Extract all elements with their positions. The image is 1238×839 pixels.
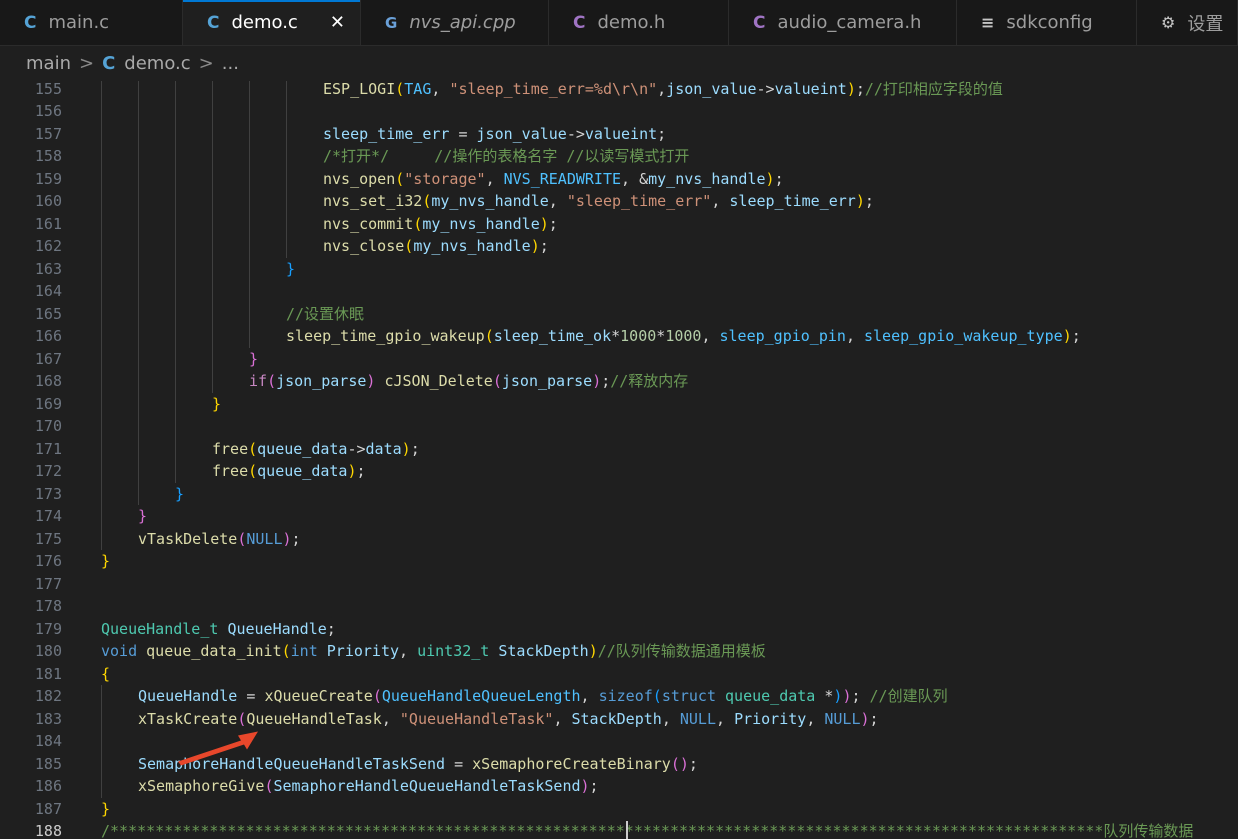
settings-icon: ⚙	[1161, 13, 1176, 32]
c-file-icon: C	[207, 12, 220, 33]
breadcrumb-folder[interactable]: main	[26, 53, 71, 74]
close-icon[interactable]: ✕	[330, 12, 345, 33]
tab-label: main.c	[48, 12, 110, 33]
cpp-file-icon: G	[385, 13, 398, 32]
tab-bar: Cmain.c Cdemo.c ✕ Gnvs_api.cpp Cdemo.h Caudio…	[0, 0, 1238, 46]
breadcrumb-file[interactable]: demo.c	[124, 53, 190, 74]
breadcrumb-separator: >	[198, 52, 214, 74]
config-file-icon: ≡	[981, 13, 995, 32]
tab-label: 设置	[1187, 13, 1224, 35]
tab-demo-c[interactable]: Cdemo.c ✕	[183, 0, 361, 45]
tab-label: audio_camera.h	[777, 12, 922, 33]
breadcrumb-ellipsis[interactable]: ...	[222, 53, 239, 74]
code-editor[interactable]: 155 ESP_LOGI(TAG, "sleep_time_err=%d\r\n"…	[0, 81, 1238, 839]
header-file-icon: C	[753, 12, 766, 33]
tab--settings[interactable]: ⚙ 设置	[1137, 0, 1238, 45]
tab-sdkconfig[interactable]: ≡ sdkconfig	[957, 0, 1137, 45]
tab-demo-h[interactable]: Cdemo.h	[549, 0, 729, 45]
annotation-arrow-shape	[178, 731, 258, 766]
tab-label: demo.h	[597, 12, 666, 33]
breadcrumb-separator: >	[78, 52, 95, 74]
tab-main-c[interactable]: Cmain.c	[0, 0, 183, 45]
tab-label: demo.c	[231, 12, 298, 33]
tab-nvs-api-cpp[interactable]: Gnvs_api.cpp	[361, 0, 549, 45]
c-file-icon: C	[24, 12, 37, 33]
tab-label: sdkconfig	[1006, 12, 1093, 33]
header-file-icon: C	[573, 12, 586, 33]
annotation-arrow-icon	[178, 731, 258, 766]
breadcrumb: main > C demo.c > ...	[0, 46, 1238, 80]
c-file-icon: C	[102, 52, 116, 74]
tab-label: nvs_api.cpp	[409, 12, 516, 33]
tab-audio-camera-h[interactable]: Caudio_camera.h	[729, 0, 957, 45]
